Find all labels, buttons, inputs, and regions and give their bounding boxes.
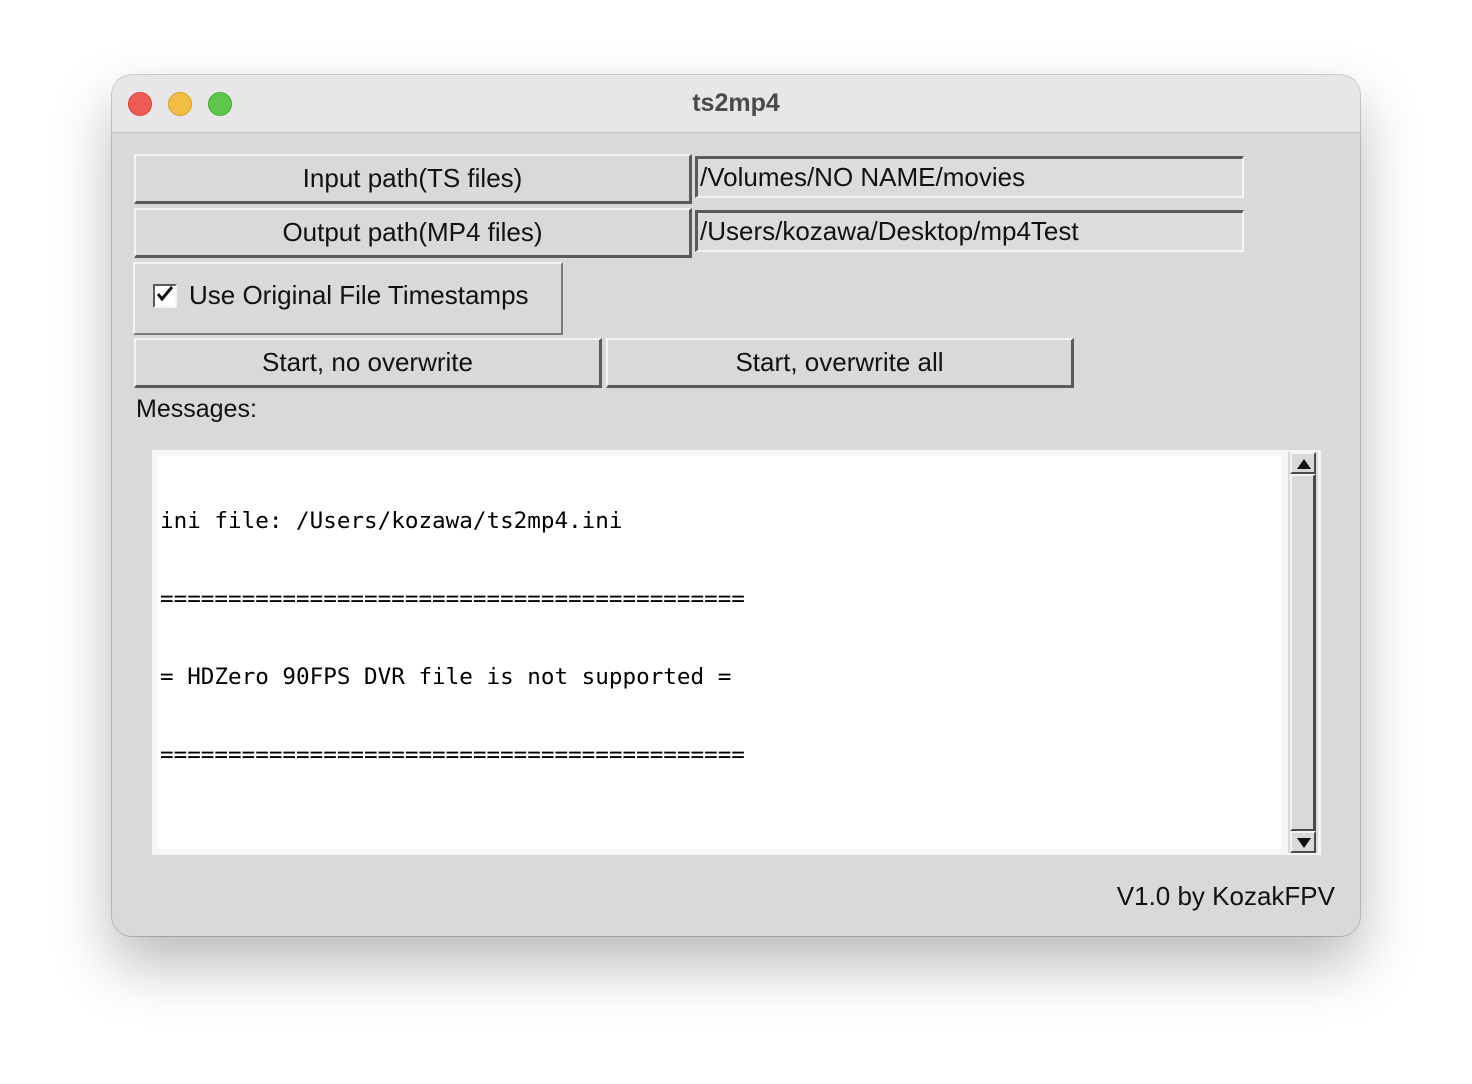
version-credit: V1.0 by KozakFPV bbox=[1116, 881, 1335, 911]
arrow-up-icon bbox=[1297, 459, 1311, 469]
start-overwrite-all-label: Start, overwrite all bbox=[735, 347, 944, 377]
checkmark-icon bbox=[156, 286, 174, 302]
use-original-timestamps-label: Use Original File Timestamps bbox=[189, 280, 529, 310]
arrow-down-icon bbox=[1297, 838, 1311, 848]
title-bar[interactable]: ts2mp4 bbox=[112, 75, 1360, 133]
message-line: ========================================… bbox=[160, 586, 745, 612]
messages-scrollbar[interactable] bbox=[1288, 452, 1318, 853]
message-line: = HDZero 90FPS DVR file is not supported… bbox=[160, 664, 732, 690]
output-path-value: /Users/kozawa/Desktop/mp4Test bbox=[700, 216, 1079, 246]
messages-label: Messages: bbox=[136, 395, 257, 423]
start-no-overwrite-label: Start, no overwrite bbox=[262, 347, 473, 377]
start-no-overwrite-button[interactable]: Start, no overwrite bbox=[134, 338, 602, 388]
use-original-timestamps-checkbutton[interactable]: Use Original File Timestamps bbox=[133, 262, 563, 335]
output-path-field[interactable]: /Users/kozawa/Desktop/mp4Test bbox=[695, 210, 1244, 252]
input-path-value: /Volumes/NO NAME/movies bbox=[700, 162, 1026, 192]
scroll-thumb[interactable] bbox=[1290, 474, 1316, 831]
messages-textarea[interactable]: ini file: /Users/kozawa/ts2mp4.ini =====… bbox=[158, 456, 1281, 849]
message-line: ini file: /Users/kozawa/ts2mp4.ini bbox=[160, 508, 623, 534]
minimize-window-button[interactable] bbox=[168, 92, 192, 116]
input-path-field[interactable]: /Volumes/NO NAME/movies bbox=[695, 156, 1244, 198]
output-path-button-label: Output path(MP4 files) bbox=[282, 217, 543, 247]
start-overwrite-all-button[interactable]: Start, overwrite all bbox=[606, 338, 1074, 388]
close-window-button[interactable] bbox=[128, 92, 152, 116]
input-path-button-label: Input path(TS files) bbox=[302, 163, 523, 193]
output-path-button[interactable]: Output path(MP4 files) bbox=[134, 208, 692, 258]
scroll-up-button[interactable] bbox=[1290, 452, 1316, 474]
message-line: ========================================… bbox=[160, 742, 745, 768]
input-path-button[interactable]: Input path(TS files) bbox=[134, 154, 692, 204]
window-title: ts2mp4 bbox=[692, 89, 780, 117]
use-original-timestamps-checkbox[interactable] bbox=[153, 284, 177, 308]
zoom-window-button[interactable] bbox=[208, 92, 232, 116]
messages-panel: ini file: /Users/kozawa/ts2mp4.ini =====… bbox=[152, 450, 1321, 855]
scroll-down-button[interactable] bbox=[1290, 831, 1316, 853]
app-window: ts2mp4 Input path(TS files) /Volumes/NO … bbox=[112, 75, 1360, 936]
